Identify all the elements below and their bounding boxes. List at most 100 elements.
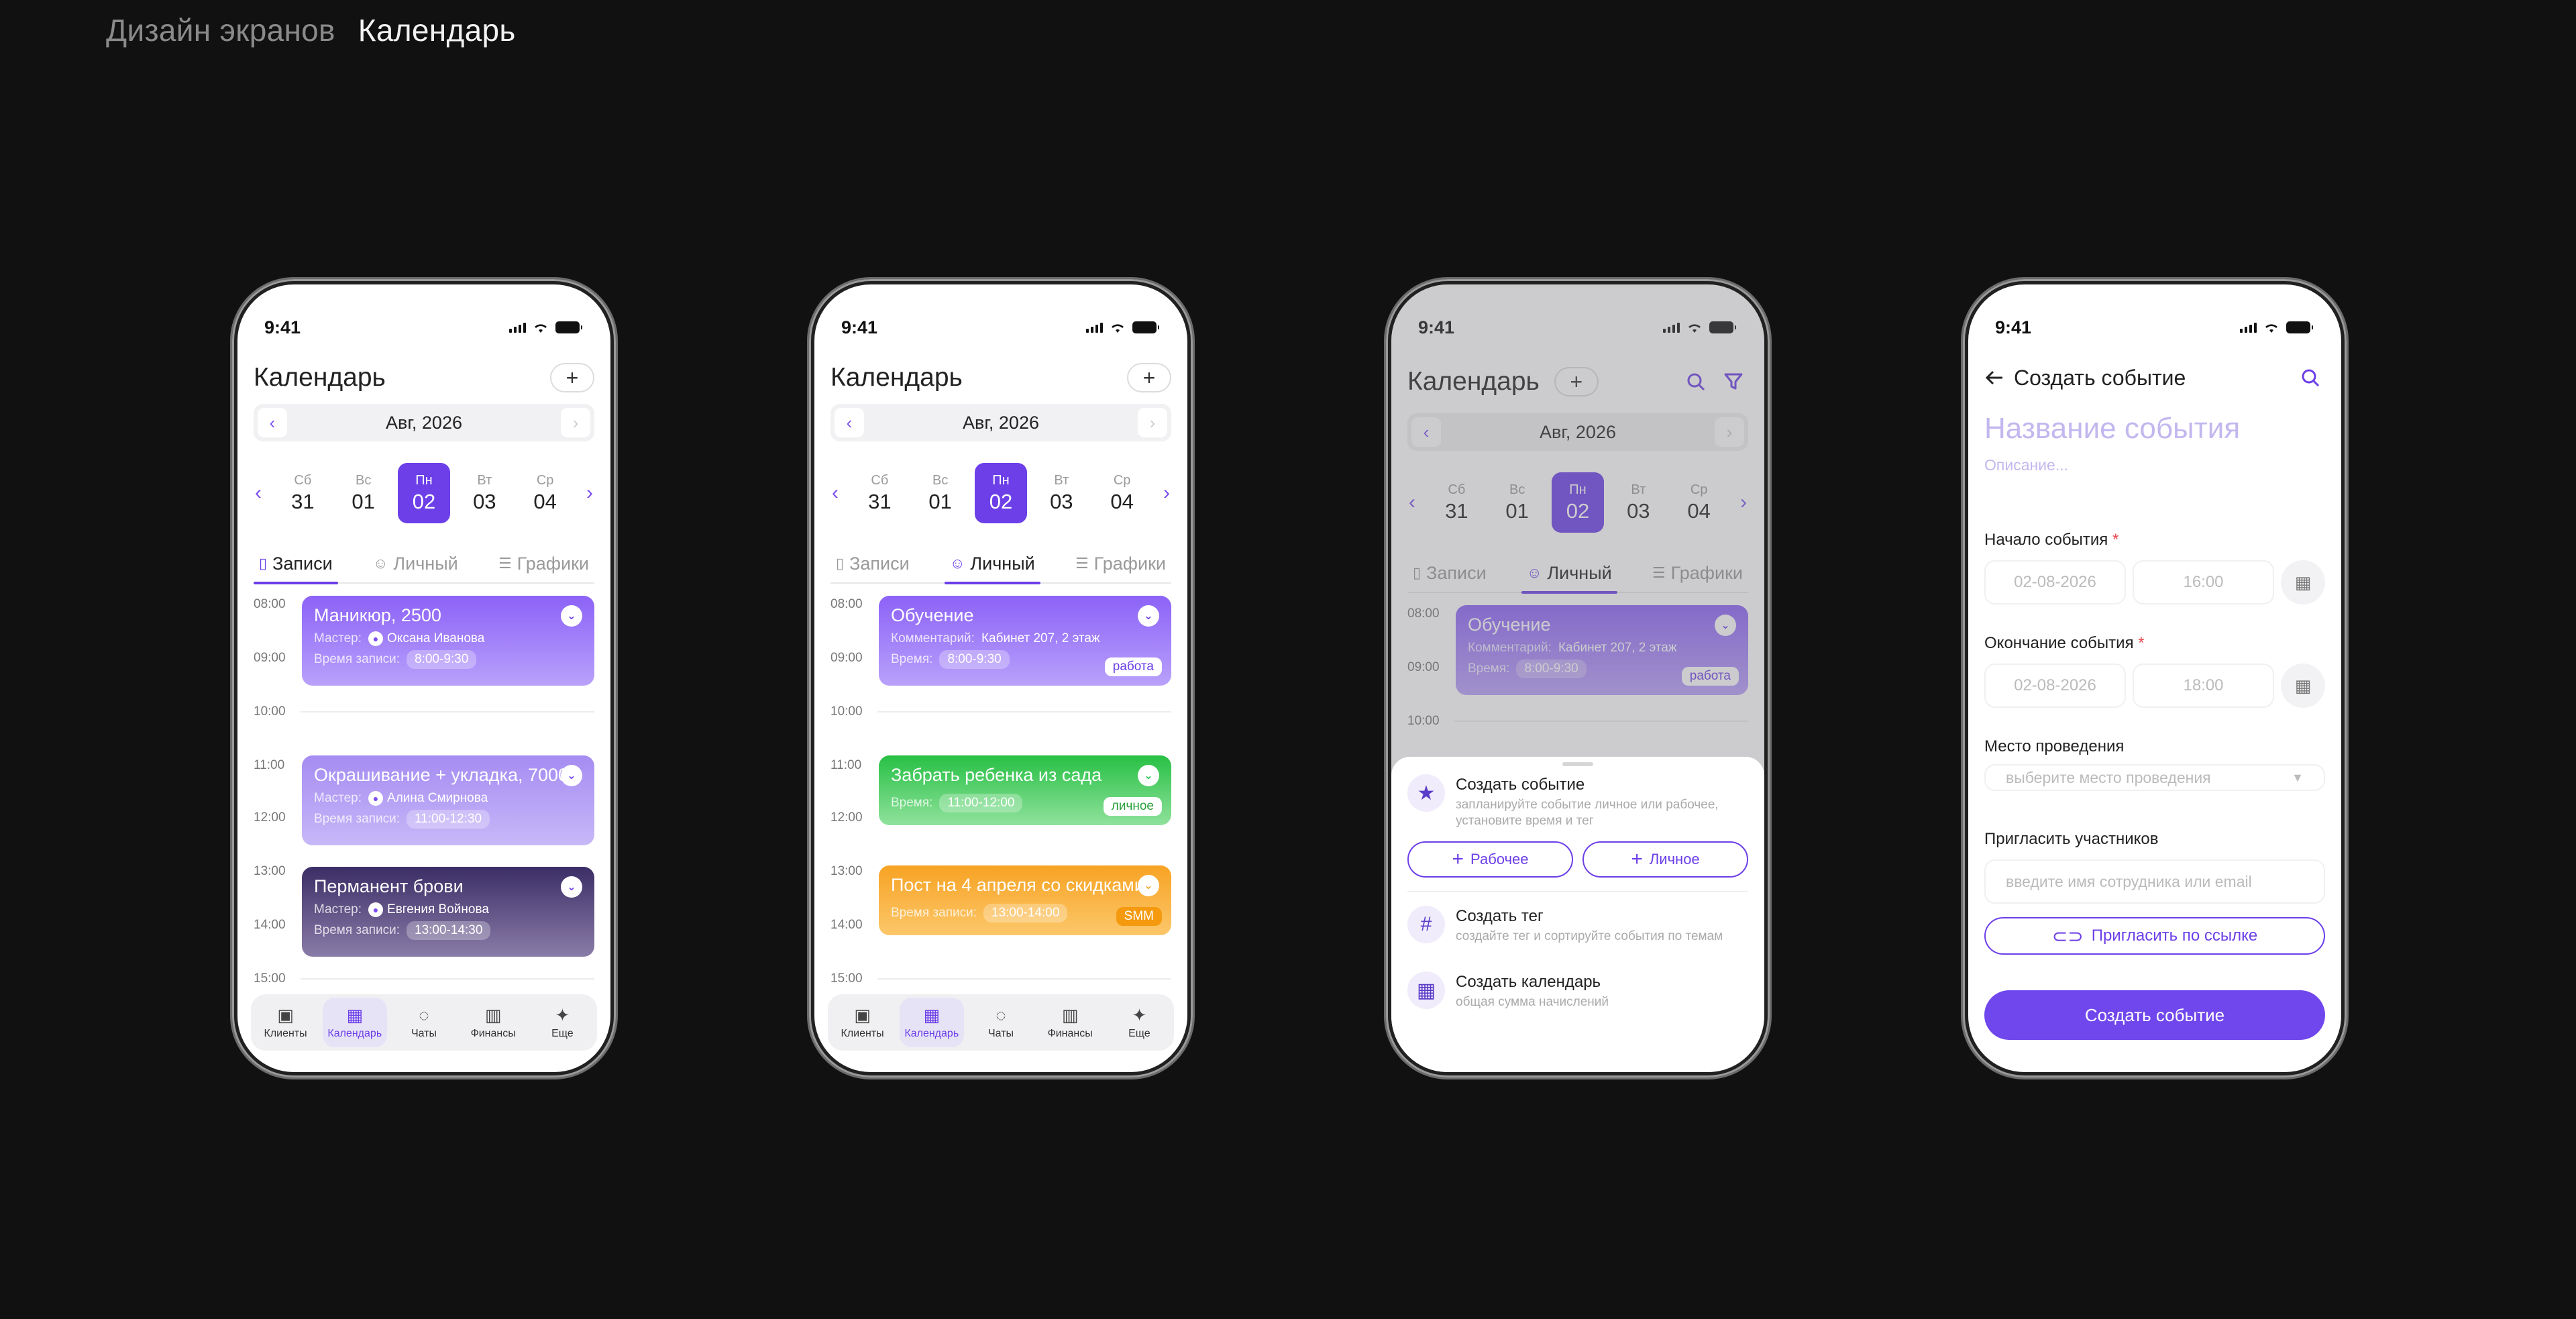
event-card[interactable]: Обучение ⌄ Комментарий: Кабинет 207, 2 эт… (879, 596, 1171, 686)
nav-more[interactable]: ✦ Еще (1107, 998, 1171, 1047)
signal-icon (1086, 322, 1103, 333)
hour-line (877, 978, 1171, 980)
nav-finance[interactable]: ▥ Финансы (1038, 998, 1102, 1047)
day-item-selected[interactable]: Пн 02 (397, 463, 450, 523)
invite-by-link-button[interactable]: ⊂⊃ Пригласить по ссылке (1984, 917, 2325, 955)
prev-month-button[interactable]: ‹ (835, 408, 864, 437)
event-description-input[interactable]: Описание... (1984, 456, 2325, 474)
start-date-field[interactable]: 02-08-2026 (1984, 560, 2126, 604)
hour-line (877, 711, 1171, 713)
hour-line (301, 711, 594, 713)
phone-screen: 9:41 Календарь + ‹ Авг, 2026 › ‹ Сб 31 Вс… (237, 284, 610, 1072)
create-tag-option[interactable]: # Создать тег создайте тег и сортируйте … (1407, 906, 1748, 945)
month-switcher: ‹ Авг, 2026 › (830, 404, 1171, 441)
phone-create-menu: 9:41 Календарь + ‹ Авг, 2026 › ‹ Сб 31 Вс… (1386, 279, 1770, 1077)
status-time: 9:41 (841, 317, 878, 337)
event-card[interactable]: Перманент брови ⌄ Мастер: ● Евгения Войнов… (302, 867, 594, 957)
chevron-down-icon[interactable]: ⌄ (561, 876, 582, 898)
tag-badge: личное (1103, 797, 1162, 816)
tab-personal[interactable]: ☺ Личный (368, 544, 464, 583)
nav-clients[interactable]: ▣ Клиенты (830, 998, 895, 1047)
tab-personal[interactable]: ☺ Личный (944, 544, 1040, 584)
time-label: 12:00 (830, 810, 863, 825)
calendar-icon[interactable]: ▦ (2281, 560, 2325, 604)
breadcrumb: Дизайн экранов (106, 13, 335, 48)
next-days-button[interactable]: › (1157, 482, 1177, 505)
nav-clients[interactable]: ▣ Клиенты (254, 998, 318, 1047)
clipboard-icon: ▯ (259, 555, 268, 572)
event-card[interactable]: Маникюр, 2500 ⌄ Мастер: ● Оксана Иванова В… (302, 596, 594, 686)
day-item[interactable]: Вт 03 (1035, 463, 1087, 523)
nav-chats[interactable]: ◌ Чаты (392, 998, 456, 1047)
invite-input[interactable]: введите имя сотрудника или email (1984, 859, 2325, 904)
chat-icon: ◌ (996, 1005, 1006, 1025)
nav-chats[interactable]: ◌ Чаты (969, 998, 1033, 1047)
chevron-down-icon[interactable]: ⌄ (561, 605, 582, 627)
bottom-nav: ▣ Клиенты ▦ Календарь ◌ Чаты ▥ Финансы ✦ Еще (251, 994, 597, 1051)
battery-icon (1132, 321, 1159, 333)
calendar-icon[interactable]: ▦ (2281, 664, 2325, 708)
end-date-field[interactable]: 02-08-2026 (1984, 664, 2126, 708)
nav-more[interactable]: ✦ Еще (530, 998, 594, 1047)
status-bar: 9:41 (237, 314, 610, 341)
day-item[interactable]: Ср 04 (1096, 463, 1148, 523)
next-month-button[interactable]: › (560, 408, 590, 437)
time-label: 13:00 (830, 864, 863, 878)
personal-event-button[interactable]: + Личное (1582, 841, 1748, 878)
day-item-selected[interactable]: Пн 02 (974, 463, 1027, 523)
phone-calendar-records: 9:41 Календарь + ‹ Авг, 2026 › ‹ Сб 31 Вс… (232, 279, 616, 1077)
event-card[interactable]: Забрать ребенка из сада ⌄ Время: 11:00-12… (879, 755, 1171, 825)
phone-screen: 9:41 Календарь + ‹ Авг, 2026 › ‹ Сб 31 Вс… (814, 284, 1187, 1072)
chevron-down-icon[interactable]: ⌄ (1138, 875, 1159, 896)
create-event-button[interactable]: Создать событие (1984, 990, 2325, 1040)
nav-calendar[interactable]: ▦ Календарь (322, 998, 387, 1047)
app-bar: Календарь + (254, 360, 594, 396)
create-event-option[interactable]: ★ Создать событие запланируйте событие л… (1407, 774, 1748, 829)
chevron-down-icon[interactable]: ⌄ (561, 765, 582, 786)
phone-create-event-form: 9:41 Создать событие Название события Оп… (1963, 279, 2347, 1077)
tag-badge: работа (1104, 657, 1162, 676)
event-card[interactable]: Окрашивание + укладка, 7000 ⌄ Мастер: ● Ал… (302, 755, 594, 845)
event-name-input[interactable]: Название события (1984, 412, 2325, 445)
time-label: 13:00 (254, 864, 286, 878)
work-event-button[interactable]: + Рабочее (1407, 841, 1573, 878)
start-label: Начало события * (1984, 531, 2119, 549)
time-label: 12:00 (254, 810, 286, 825)
start-time-field[interactable]: 16:00 (2133, 560, 2274, 604)
place-select[interactable]: выберите место проведения ▼ (1984, 764, 2325, 791)
day-item[interactable]: Вт 03 (458, 463, 511, 523)
sheet-handle[interactable] (1562, 762, 1593, 766)
day-item[interactable]: Сб 31 (276, 463, 329, 523)
prev-days-button[interactable]: ‹ (248, 482, 268, 505)
next-days-button[interactable]: › (580, 482, 600, 505)
end-time-field[interactable]: 18:00 (2133, 664, 2274, 708)
search-icon[interactable] (2296, 363, 2325, 392)
chevron-down-icon[interactable]: ⌄ (1138, 765, 1159, 786)
app-bar: Календарь + (830, 360, 1171, 396)
back-arrow-icon[interactable] (1984, 363, 2004, 392)
day-item[interactable]: Сб 31 (853, 463, 906, 523)
event-title: Забрать ребенка из сада (891, 765, 1102, 785)
phone-screen: 9:41 Календарь + ‹ Авг, 2026 › ‹ Сб 31 Вс… (1391, 284, 1764, 1072)
prev-days-button[interactable]: ‹ (825, 482, 845, 505)
next-month-button[interactable]: › (1137, 408, 1167, 437)
tab-schedules[interactable]: ☰ Графики (493, 544, 594, 583)
tab-records[interactable]: ▯ Записи (254, 544, 338, 584)
nav-calendar[interactable]: ▦ Календарь (899, 998, 964, 1047)
nav-finance[interactable]: ▥ Финансы (461, 998, 525, 1047)
add-button[interactable]: + (550, 363, 594, 392)
create-calendar-option[interactable]: ▦ Создать календарь общая сумма начислен… (1407, 971, 1748, 1010)
phone-calendar-personal: 9:41 Календарь + ‹ Авг, 2026 › ‹ Сб 31 Вс… (809, 279, 1193, 1077)
chevron-down-icon[interactable]: ⌄ (1138, 605, 1159, 627)
tab-records[interactable]: ▯ Записи (830, 544, 915, 583)
day-item[interactable]: Вс 01 (914, 463, 967, 523)
tab-schedules[interactable]: ☰ Графики (1070, 544, 1171, 583)
list-icon: ☰ (1075, 555, 1089, 572)
prev-month-button[interactable]: ‹ (258, 408, 287, 437)
bar-chart-icon: ▥ (484, 1005, 502, 1025)
add-button[interactable]: + (1127, 363, 1171, 392)
day-item[interactable]: Вс 01 (337, 463, 390, 523)
chevron-down-icon: ▼ (2292, 770, 2304, 784)
day-item[interactable]: Ср 04 (519, 463, 572, 523)
event-card[interactable]: Пост на 4 апреля со скидками ⌄ Время зап… (879, 865, 1171, 935)
